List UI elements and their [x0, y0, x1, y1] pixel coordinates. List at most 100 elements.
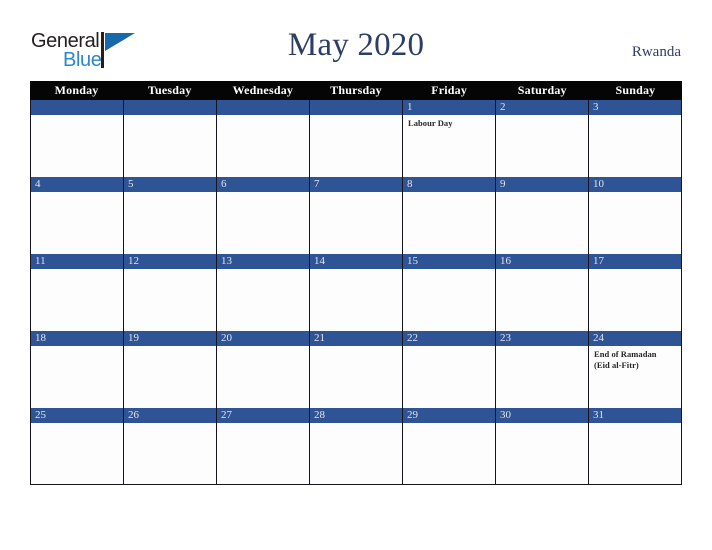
day-number: 19 — [124, 331, 216, 346]
calendar-weeks: 1 Labour Day 2 3 4 5 6 7 8 9 10 11 12 13 14 15 16 17 18 19 2… — [30, 100, 682, 485]
day-number: 10 — [589, 177, 681, 192]
weekday-header-wednesday: Wednesday — [232, 83, 294, 97]
holiday-label: End of Ramadan — [594, 349, 657, 359]
calendar-day-cell-empty[interactable] — [124, 100, 217, 177]
holiday-label: (Eid al-Fitr) — [594, 359, 639, 370]
calendar-day-cell-31[interactable]: 31 — [589, 408, 682, 484]
holiday-label: Labour Day — [408, 118, 453, 128]
calendar-day-cell-27[interactable]: 27 — [217, 408, 310, 484]
calendar-day-cell-empty[interactable] — [217, 100, 310, 177]
calendar-day-cell-20[interactable]: 20 — [217, 331, 310, 408]
calendar-day-cell-1[interactable]: 1 Labour Day — [403, 100, 496, 177]
day-number: 20 — [217, 331, 309, 346]
calendar-day-cell-29[interactable]: 29 — [403, 408, 496, 484]
day-events — [310, 192, 402, 254]
calendar-week-row: 4 5 6 7 8 9 10 — [30, 177, 682, 254]
day-number: 31 — [589, 408, 681, 423]
weekday-header-sunday: Sunday — [615, 83, 656, 97]
page-title: May 2020 — [287, 27, 425, 63]
calendar-day-cell-23[interactable]: 23 — [496, 331, 589, 408]
calendar-day-cell-12[interactable]: 12 — [124, 254, 217, 331]
day-number: 14 — [310, 254, 402, 269]
calendar-day-cell-17[interactable]: 17 — [589, 254, 682, 331]
day-number: 21 — [310, 331, 402, 346]
calendar-week-row: 18 19 20 21 22 23 24 End of Ramadan (Eid al-Fitr… — [30, 331, 682, 408]
day-events — [496, 269, 588, 331]
day-number — [217, 100, 309, 115]
calendar-day-cell-4[interactable]: 4 — [31, 177, 124, 254]
day-events — [31, 115, 123, 177]
calendar-grid: Monday Tuesday Wednesday Thursday Friday Satu… — [30, 81, 682, 485]
weekday-header-thursday: Thursday — [330, 83, 382, 97]
calendar-day-cell-empty[interactable] — [31, 100, 124, 177]
day-events — [217, 115, 309, 177]
day-events — [310, 423, 402, 484]
day-number: 28 — [310, 408, 402, 423]
calendar-week-row: 1 Labour Day 2 3 — [30, 100, 682, 177]
day-number: 6 — [217, 177, 309, 192]
calendar-day-cell-16[interactable]: 16 — [496, 254, 589, 331]
day-events — [124, 269, 216, 331]
day-number: 5 — [124, 177, 216, 192]
calendar-day-cell-7[interactable]: 7 — [310, 177, 403, 254]
calendar-week-row: 11 12 13 14 15 16 17 — [30, 254, 682, 331]
calendar-day-cell-6[interactable]: 6 — [217, 177, 310, 254]
day-events — [403, 346, 495, 408]
day-events — [589, 423, 681, 484]
calendar-day-cell-25[interactable]: 25 — [31, 408, 124, 484]
country-label: Rwanda — [631, 44, 681, 60]
day-number: 24 — [589, 331, 681, 346]
calendar-day-cell-28[interactable]: 28 — [310, 408, 403, 484]
day-number — [124, 100, 216, 115]
calendar-day-cell-30[interactable]: 30 — [496, 408, 589, 484]
day-events — [310, 346, 402, 408]
day-events — [403, 192, 495, 254]
calendar-day-cell-15[interactable]: 15 — [403, 254, 496, 331]
day-events — [124, 192, 216, 254]
page-header: General Blue May 2020 Rwanda — [0, 0, 712, 80]
calendar-day-cell-11[interactable]: 11 — [31, 254, 124, 331]
day-events: End of Ramadan (Eid al-Fitr) — [589, 346, 681, 408]
day-number: 8 — [403, 177, 495, 192]
day-events — [217, 346, 309, 408]
calendar-day-cell-24[interactable]: 24 End of Ramadan (Eid al-Fitr) — [589, 331, 682, 408]
calendar-day-cell-26[interactable]: 26 — [124, 408, 217, 484]
calendar-day-cell-9[interactable]: 9 — [496, 177, 589, 254]
calendar-day-cell-13[interactable]: 13 — [217, 254, 310, 331]
day-number — [31, 100, 123, 115]
day-events — [310, 269, 402, 331]
calendar-day-cell-empty[interactable] — [310, 100, 403, 177]
calendar-day-cell-10[interactable]: 10 — [589, 177, 682, 254]
day-number: 13 — [217, 254, 309, 269]
day-events — [403, 423, 495, 484]
calendar-day-cell-14[interactable]: 14 — [310, 254, 403, 331]
day-events — [589, 115, 681, 177]
weekday-header-friday: Friday — [431, 83, 468, 97]
day-number: 15 — [403, 254, 495, 269]
day-number: 2 — [496, 100, 588, 115]
day-events: Labour Day — [403, 115, 495, 177]
day-number: 30 — [496, 408, 588, 423]
day-events — [217, 423, 309, 484]
calendar-day-cell-22[interactable]: 22 — [403, 331, 496, 408]
day-number: 12 — [124, 254, 216, 269]
day-number: 27 — [217, 408, 309, 423]
day-number: 16 — [496, 254, 588, 269]
day-number: 26 — [124, 408, 216, 423]
calendar-day-cell-19[interactable]: 19 — [124, 331, 217, 408]
calendar-day-cell-5[interactable]: 5 — [124, 177, 217, 254]
day-events — [310, 115, 402, 177]
day-events — [124, 423, 216, 484]
weekday-header-saturday: Saturday — [517, 83, 567, 97]
calendar-day-cell-3[interactable]: 3 — [589, 100, 682, 177]
calendar-day-cell-18[interactable]: 18 — [31, 331, 124, 408]
day-number: 29 — [403, 408, 495, 423]
calendar-day-cell-21[interactable]: 21 — [310, 331, 403, 408]
weekday-header-monday: Monday — [54, 83, 99, 97]
calendar-day-cell-8[interactable]: 8 — [403, 177, 496, 254]
weekday-header-row: Monday Tuesday Wednesday Thursday Friday Satu… — [30, 81, 682, 100]
day-events — [403, 269, 495, 331]
day-events — [217, 192, 309, 254]
day-number: 7 — [310, 177, 402, 192]
calendar-day-cell-2[interactable]: 2 — [496, 100, 589, 177]
